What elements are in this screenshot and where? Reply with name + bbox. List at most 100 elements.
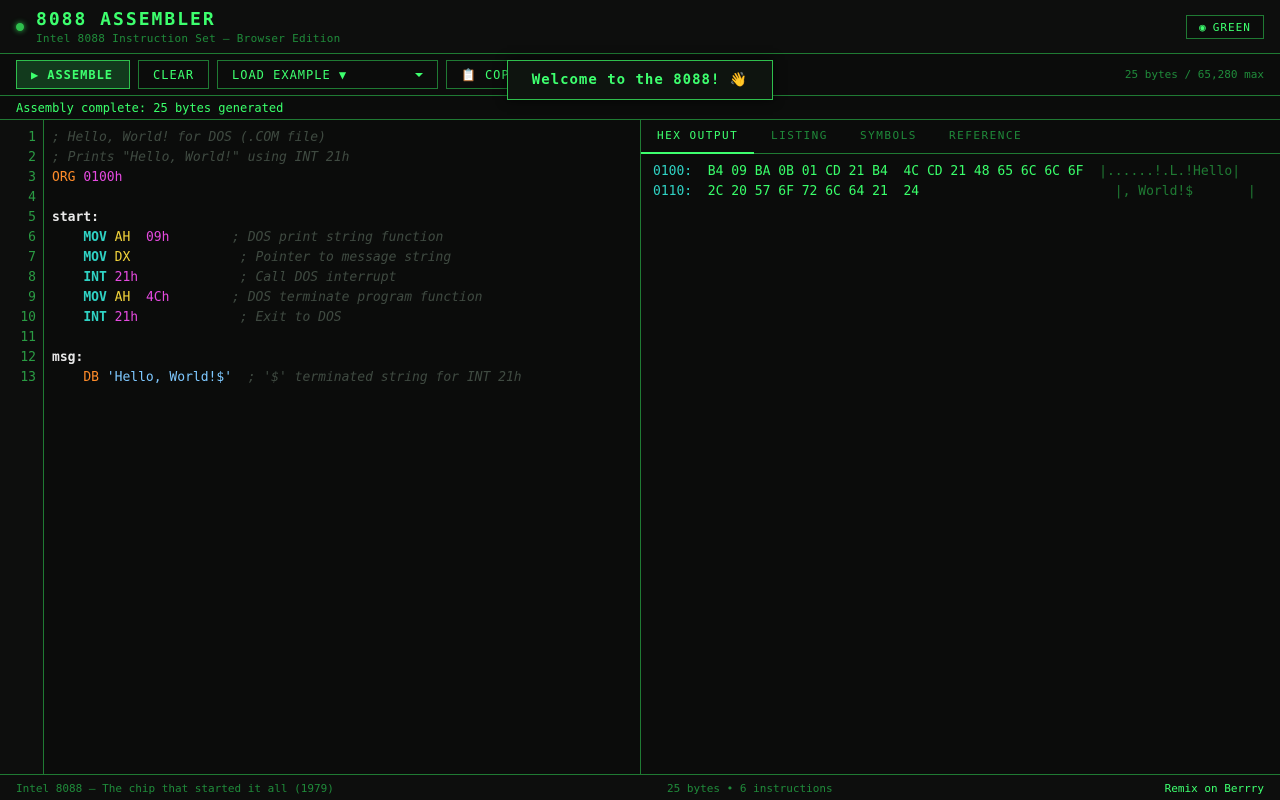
code-token: 0100h xyxy=(83,170,123,185)
app-header: 8088 ASSEMBLER Intel 8088 Instruction Se… xyxy=(0,0,1280,54)
hex-ascii: |......!.L.!Hello| xyxy=(1099,164,1241,179)
line-number: 11 xyxy=(20,330,36,345)
theme-icon: ◉ xyxy=(1199,20,1207,34)
code-area[interactable]: ; Hello, World! for DOS (.COM file) ; Pri… xyxy=(52,128,632,388)
footer: Intel 8088 — The chip that started it al… xyxy=(0,774,1280,800)
code-token: start: xyxy=(52,210,99,225)
code-token: 09h xyxy=(145,230,170,245)
hex-ascii: |, World!$ | xyxy=(1114,184,1256,199)
code-token: AH xyxy=(114,230,131,245)
code-token: DX xyxy=(114,250,131,265)
clear-button[interactable]: CLEAR xyxy=(138,60,209,89)
line-number-gutter: 1 2 3 4 5 6 7 8 9 10 11 12 13 xyxy=(0,120,44,774)
line-number: 13 xyxy=(20,370,36,385)
assemble-label: ASSEMBLE xyxy=(47,67,114,82)
hex-row: 0100: B4 09 BA 0B 01 CD 21 B4 4C CD 21 4… xyxy=(653,162,1240,182)
code-token: MOV xyxy=(83,230,107,245)
clear-label: CLEAR xyxy=(153,67,195,82)
welcome-toast: Welcome to the 8088! 👋 xyxy=(507,60,773,100)
line-number: 10 xyxy=(20,310,36,325)
line-number: 12 xyxy=(20,350,36,365)
code-token: AH xyxy=(114,290,131,305)
load-example-label: LOAD EXAMPLE ▼ xyxy=(232,67,348,82)
code-token: ; '$' terminated string for INT 21h xyxy=(247,370,522,385)
hex-address: 0110: xyxy=(653,184,693,199)
code-token: ORG xyxy=(52,170,76,185)
code-line: msg: xyxy=(52,348,632,368)
code-line: MOV AH 09h ; DOS print string function xyxy=(52,228,632,248)
assemble-button[interactable]: ▶ ASSEMBLE xyxy=(16,60,130,89)
chevron-down-icon xyxy=(415,72,423,77)
code-line: DB 'Hello, World!$' ; '$' terminated str… xyxy=(52,368,632,388)
code-token: MOV xyxy=(83,250,107,265)
line-number: 9 xyxy=(28,290,36,305)
code-line: INT 21h ; Call DOS interrupt xyxy=(52,268,632,288)
hex-bytes: 2C 20 57 6F 72 6C 64 21 24 xyxy=(707,184,920,199)
code-token: msg: xyxy=(52,350,84,365)
hex-address: 0100: xyxy=(653,164,693,179)
output-tabs: HEX OUTPUT LISTING SYMBOLS REFERENCE xyxy=(641,120,1280,154)
line-number: 7 xyxy=(28,250,36,265)
line-number: 2 xyxy=(28,150,36,165)
code-line: INT 21h ; Exit to DOS xyxy=(52,308,632,328)
line-number: 1 xyxy=(28,130,36,145)
code-token: ; Hello, World! for DOS (.COM file) xyxy=(52,130,326,145)
remix-link[interactable]: Remix on Berrry xyxy=(1165,782,1264,795)
bytes-counter: 25 bytes / 65,280 max xyxy=(1124,68,1264,81)
theme-toggle-button[interactable]: ◉ GREEN xyxy=(1186,15,1264,39)
tab-listing[interactable]: LISTING xyxy=(755,120,844,154)
code-line: ; Hello, World! for DOS (.COM file) xyxy=(52,128,632,148)
load-example-select[interactable]: LOAD EXAMPLE ▼ xyxy=(217,60,438,89)
line-number: 5 xyxy=(28,210,36,225)
code-token: INT xyxy=(83,310,107,325)
play-icon: ▶ xyxy=(31,67,40,82)
code-token: MOV xyxy=(83,290,107,305)
power-led-icon xyxy=(16,23,24,31)
theme-label: GREEN xyxy=(1212,20,1251,34)
code-line: MOV AH 4Ch ; DOS terminate program funct… xyxy=(52,288,632,308)
tab-hex-output[interactable]: HEX OUTPUT xyxy=(641,120,755,154)
code-token: 21h xyxy=(114,270,139,285)
code-token: 21h xyxy=(114,310,139,325)
code-line: start: xyxy=(52,208,632,228)
code-token: ; Call DOS interrupt xyxy=(239,270,397,285)
line-number: 8 xyxy=(28,270,36,285)
app-subtitle: Intel 8088 Instruction Set — Browser Edi… xyxy=(36,32,341,45)
line-number: 3 xyxy=(28,170,36,185)
tab-symbols[interactable]: SYMBOLS xyxy=(844,120,933,154)
line-number: 4 xyxy=(28,190,36,205)
footer-tagline: Intel 8088 — The chip that started it al… xyxy=(16,782,334,795)
tab-reference[interactable]: REFERENCE xyxy=(933,120,1038,154)
code-token: INT xyxy=(83,270,107,285)
hex-bytes: B4 09 BA 0B 01 CD 21 B4 4C CD 21 48 65 6… xyxy=(707,164,1084,179)
output-panel: HEX OUTPUT LISTING SYMBOLS REFERENCE 010… xyxy=(641,120,1280,774)
code-line: MOV DX ; Pointer to message string xyxy=(52,248,632,268)
hex-row: 0110: 2C 20 57 6F 72 6C 64 21 24 |, Worl… xyxy=(653,182,1256,202)
code-token: 4Ch xyxy=(145,290,170,305)
code-token: ; DOS terminate program function xyxy=(232,290,483,305)
code-editor[interactable]: 1 2 3 4 5 6 7 8 9 10 11 12 13 ; Hello, World! for DO… xyxy=(0,120,641,774)
code-token: ; Exit to DOS xyxy=(239,310,342,325)
app-title: 8088 ASSEMBLER xyxy=(36,9,216,30)
footer-stats: 25 bytes • 6 instructions xyxy=(667,782,833,795)
